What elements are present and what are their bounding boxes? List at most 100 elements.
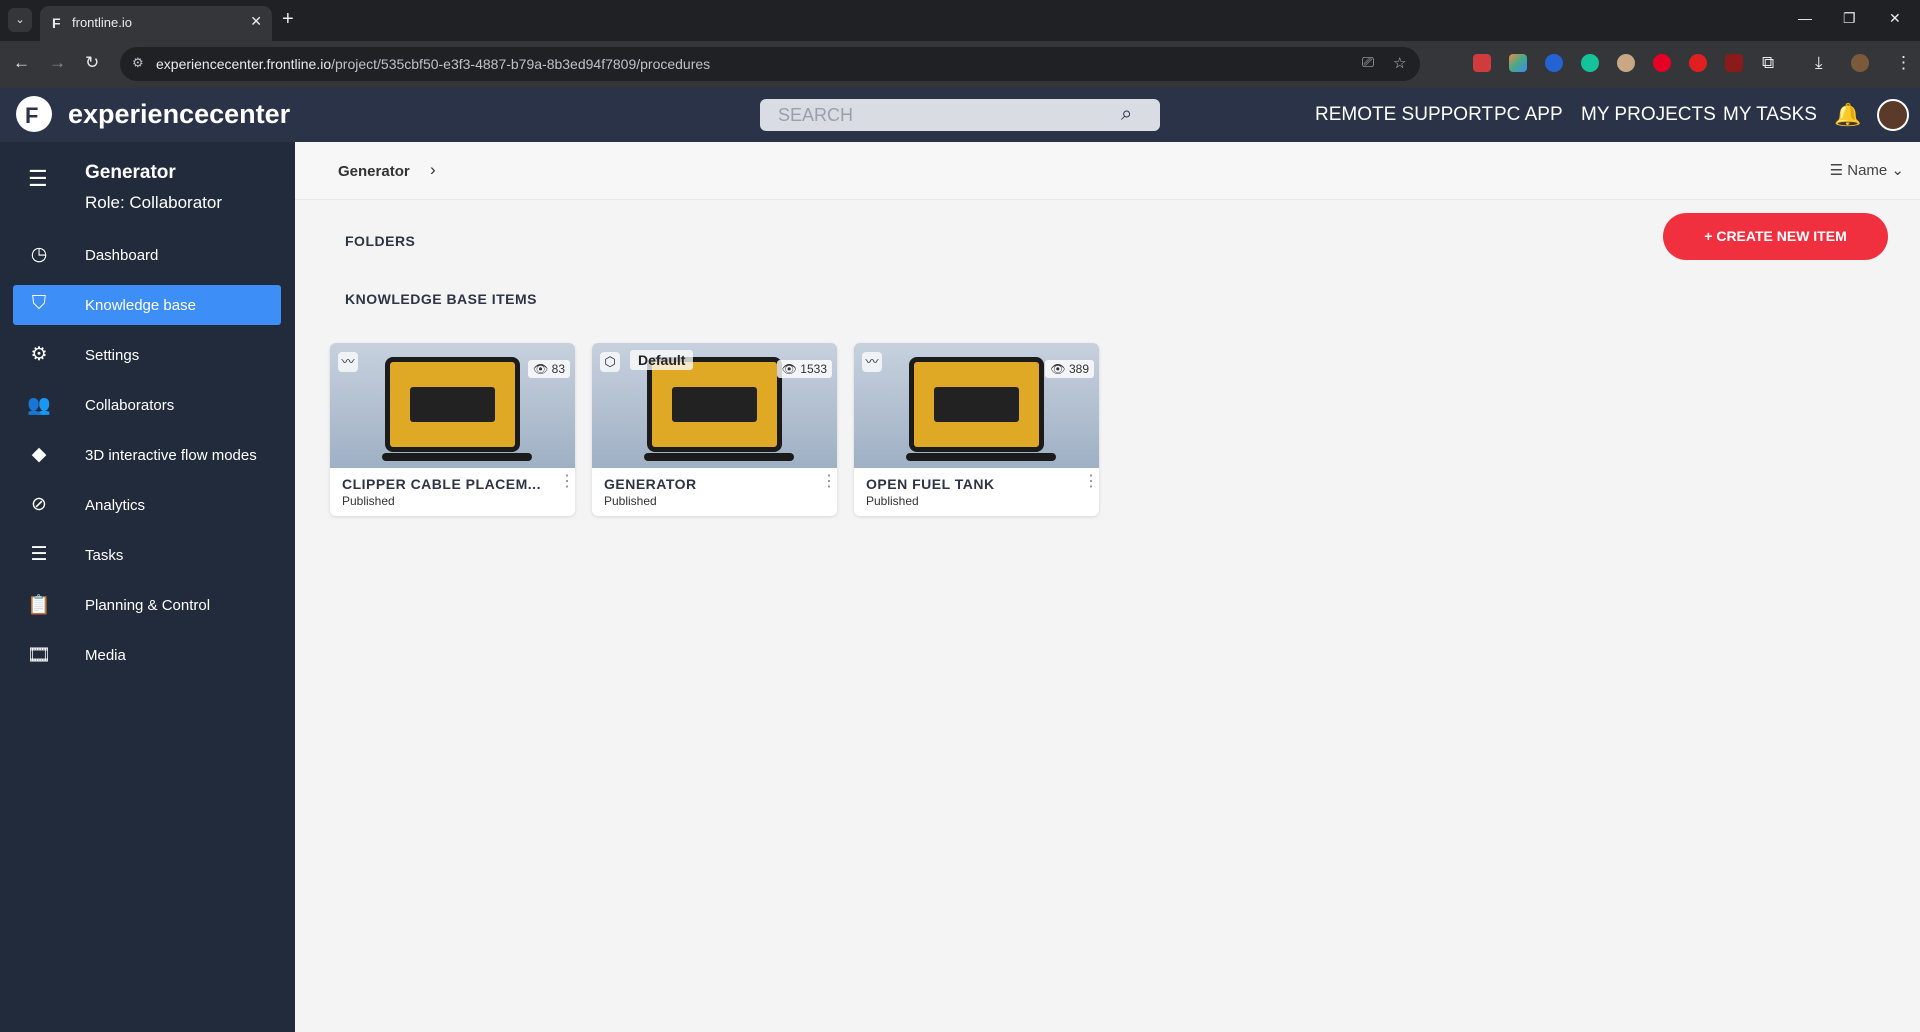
avatar[interactable] — [1877, 99, 1909, 131]
profile-avatar-icon[interactable] — [1851, 54, 1869, 72]
restore-icon[interactable]: ❐ — [1843, 10, 1856, 27]
download-icon[interactable]: ⤓ — [1815, 53, 1823, 73]
view-count-value: 83 — [551, 362, 565, 376]
sidebar-item-knowledge-base[interactable]: ⛉ Knowledge base — [13, 285, 281, 325]
sidebar-item-label: Settings — [85, 347, 140, 364]
sidebar-item-collaborators[interactable]: 👥 Collaborators — [13, 385, 281, 425]
extensions-puzzle-icon[interactable]: ⧉ — [1762, 53, 1774, 73]
url-text[interactable]: experiencecenter.frontline.io/project/53… — [156, 56, 710, 72]
item-title: CLIPPER CABLE PLACEM... — [342, 476, 541, 492]
sidebar-item-label: Dashboard — [85, 247, 159, 264]
install-app-icon[interactable]: ⎚ — [1362, 54, 1374, 71]
sidebar-item-tasks[interactable]: ☰ Tasks — [13, 535, 281, 575]
new-tab-icon[interactable]: + — [282, 8, 294, 31]
layers-icon: ◆ — [31, 444, 47, 465]
frontline-logo-icon[interactable]: F — [16, 96, 52, 132]
item-status: Published — [342, 494, 395, 508]
extension-8-icon[interactable] — [1725, 54, 1743, 72]
sort-label: Name — [1847, 162, 1888, 179]
nav-pc-app[interactable]: PC APP — [1494, 104, 1563, 126]
sidebar-item-label: Tasks — [85, 547, 124, 564]
reload-icon[interactable]: ↻ — [85, 53, 99, 73]
pinterest-extension-icon[interactable] — [1653, 54, 1671, 72]
view-count-value: 1533 — [800, 362, 827, 376]
create-new-item-button[interactable]: + CREATE NEW ITEM — [1663, 213, 1888, 260]
clipboard-icon: 📋 — [27, 595, 51, 616]
more-options-icon[interactable]: ⋮ — [1083, 474, 1099, 490]
chevron-down-icon: ⌄ — [1887, 162, 1904, 179]
nav-remote-support[interactable]: REMOTE SUPPORT — [1315, 104, 1493, 126]
frontline-favicon-icon: F — [52, 15, 61, 31]
extension-2-icon[interactable] — [1509, 54, 1527, 72]
view-count: 👁 83 — [528, 360, 570, 378]
sidebar-item-label: 3D interactive flow modes — [85, 447, 257, 464]
zoom-extension-icon[interactable] — [1545, 54, 1563, 72]
knowledge-item-card[interactable]: 〰 👁 83 CLIPPER CABLE PLACEM... Published… — [330, 343, 575, 516]
sidebar-item-settings[interactable]: ⚙ Settings — [13, 335, 281, 375]
extension-1-icon[interactable] — [1473, 54, 1491, 72]
flow-icon: 〰 — [338, 352, 358, 372]
folders-heading: FOLDERS — [345, 233, 416, 249]
grammarly-extension-icon[interactable] — [1581, 54, 1599, 72]
list-icon: ☰ — [30, 544, 48, 565]
extension-5-icon[interactable] — [1617, 54, 1635, 72]
sort-dropdown[interactable]: ☰ Name ⌄ — [1830, 161, 1904, 179]
sidebar-item-label: Media — [85, 647, 126, 664]
knowledge-item-card[interactable]: 〰 👁 389 OPEN FUEL TANK Published ⋮ — [854, 343, 1099, 516]
bell-icon[interactable]: 🔔 — [1834, 102, 1861, 128]
knowledge-base-items-heading: KNOWLEDGE BASE ITEMS — [345, 291, 538, 307]
browser-chrome: ⌄ F frontline.io ✕ + — ❐ ✕ ← → ↻ ⚙ exper… — [0, 0, 1920, 88]
tab-title: frontline.io — [72, 15, 132, 30]
breadcrumb-item-generator[interactable]: Generator — [338, 163, 410, 180]
eye-icon: 👁 — [1050, 362, 1069, 376]
eye-icon: 👁 — [533, 362, 552, 376]
nav-my-projects[interactable]: MY PROJECTS — [1581, 104, 1716, 126]
sidebar-item-label: Knowledge base — [85, 297, 196, 314]
sidebar-item-analytics[interactable]: ⊘ Analytics — [13, 485, 281, 525]
chevron-right-icon: › — [430, 160, 436, 179]
browser-tab[interactable]: F frontline.io ✕ — [40, 6, 272, 41]
brand-name: experiencecenter — [68, 99, 291, 129]
site-info-icon[interactable]: ⚙ — [132, 55, 144, 71]
search-icon[interactable]: ⌕ — [1121, 103, 1132, 126]
sidebar-item-media[interactable]: 🎞 Media — [13, 635, 281, 675]
back-icon[interactable]: ← — [13, 53, 30, 73]
generator-image — [906, 357, 1056, 461]
generator-image — [382, 357, 532, 461]
app-header: F experiencecenter ⌕ REMOTE SUPPORT PC A… — [0, 88, 1920, 142]
hamburger-menu-icon[interactable]: ☰ — [28, 166, 48, 192]
more-options-icon[interactable]: ⋮ — [821, 474, 837, 490]
minimize-icon[interactable]: — — [1798, 10, 1812, 26]
window-close-icon[interactable]: ✕ — [1889, 10, 1901, 27]
view-count: 👁 1533 — [776, 360, 832, 378]
gauge-icon: ◷ — [30, 244, 48, 265]
address-bar[interactable]: ⚙ experiencecenter.frontline.io/project/… — [120, 47, 1420, 81]
eye-icon: 👁 — [781, 362, 801, 376]
record-extension-icon[interactable] — [1689, 54, 1707, 72]
view-count-value: 389 — [1068, 362, 1089, 376]
search-input[interactable] — [760, 99, 1160, 131]
forward-icon[interactable]: → — [49, 53, 66, 73]
sidebar-item-3d-flow-modes[interactable]: ◆ 3D interactive flow modes — [13, 435, 281, 475]
sidebar-item-label: Planning & Control — [85, 597, 211, 614]
main-content: Generator › ☰ Name ⌄ FOLDERS KNOWLEDGE B… — [295, 142, 1920, 1032]
sidebar-item-label: Collaborators — [85, 397, 175, 414]
sidebar-item-dashboard[interactable]: ◷ Dashboard — [13, 235, 281, 275]
sidebar-item-label: Analytics — [85, 497, 146, 514]
tab-strip: ⌄ F frontline.io ✕ + — ❐ ✕ — [0, 0, 1920, 41]
nav-my-tasks[interactable]: MY TASKS — [1723, 104, 1817, 126]
tab-search-button[interactable]: ⌄ — [8, 8, 32, 32]
item-title: GENERATOR — [604, 476, 697, 492]
bookmark-star-icon[interactable]: ☆ — [1393, 54, 1406, 72]
close-tab-icon[interactable]: ✕ — [250, 13, 262, 30]
project-role: Role: Collaborator — [85, 193, 223, 212]
sidebar-item-planning-control[interactable]: 📋 Planning & Control — [13, 585, 281, 625]
generator-image — [644, 357, 794, 461]
knowledge-item-card[interactable]: ⬡ Default 👁 1533 GENERATOR Published ⋮ — [592, 343, 837, 516]
book-reader-icon: ⛉ — [31, 293, 47, 314]
sidebar: ☰ Generator Role: Collaborator ◷ Dashboa… — [0, 142, 295, 1032]
more-options-icon[interactable]: ⋮ — [559, 474, 575, 490]
url-path: /project/535cbf50-e3f3-4887-b79a-8b3ed94… — [331, 56, 711, 72]
item-title: OPEN FUEL TANK — [866, 476, 995, 492]
browser-menu-icon[interactable]: ⋮ — [1895, 53, 1912, 73]
